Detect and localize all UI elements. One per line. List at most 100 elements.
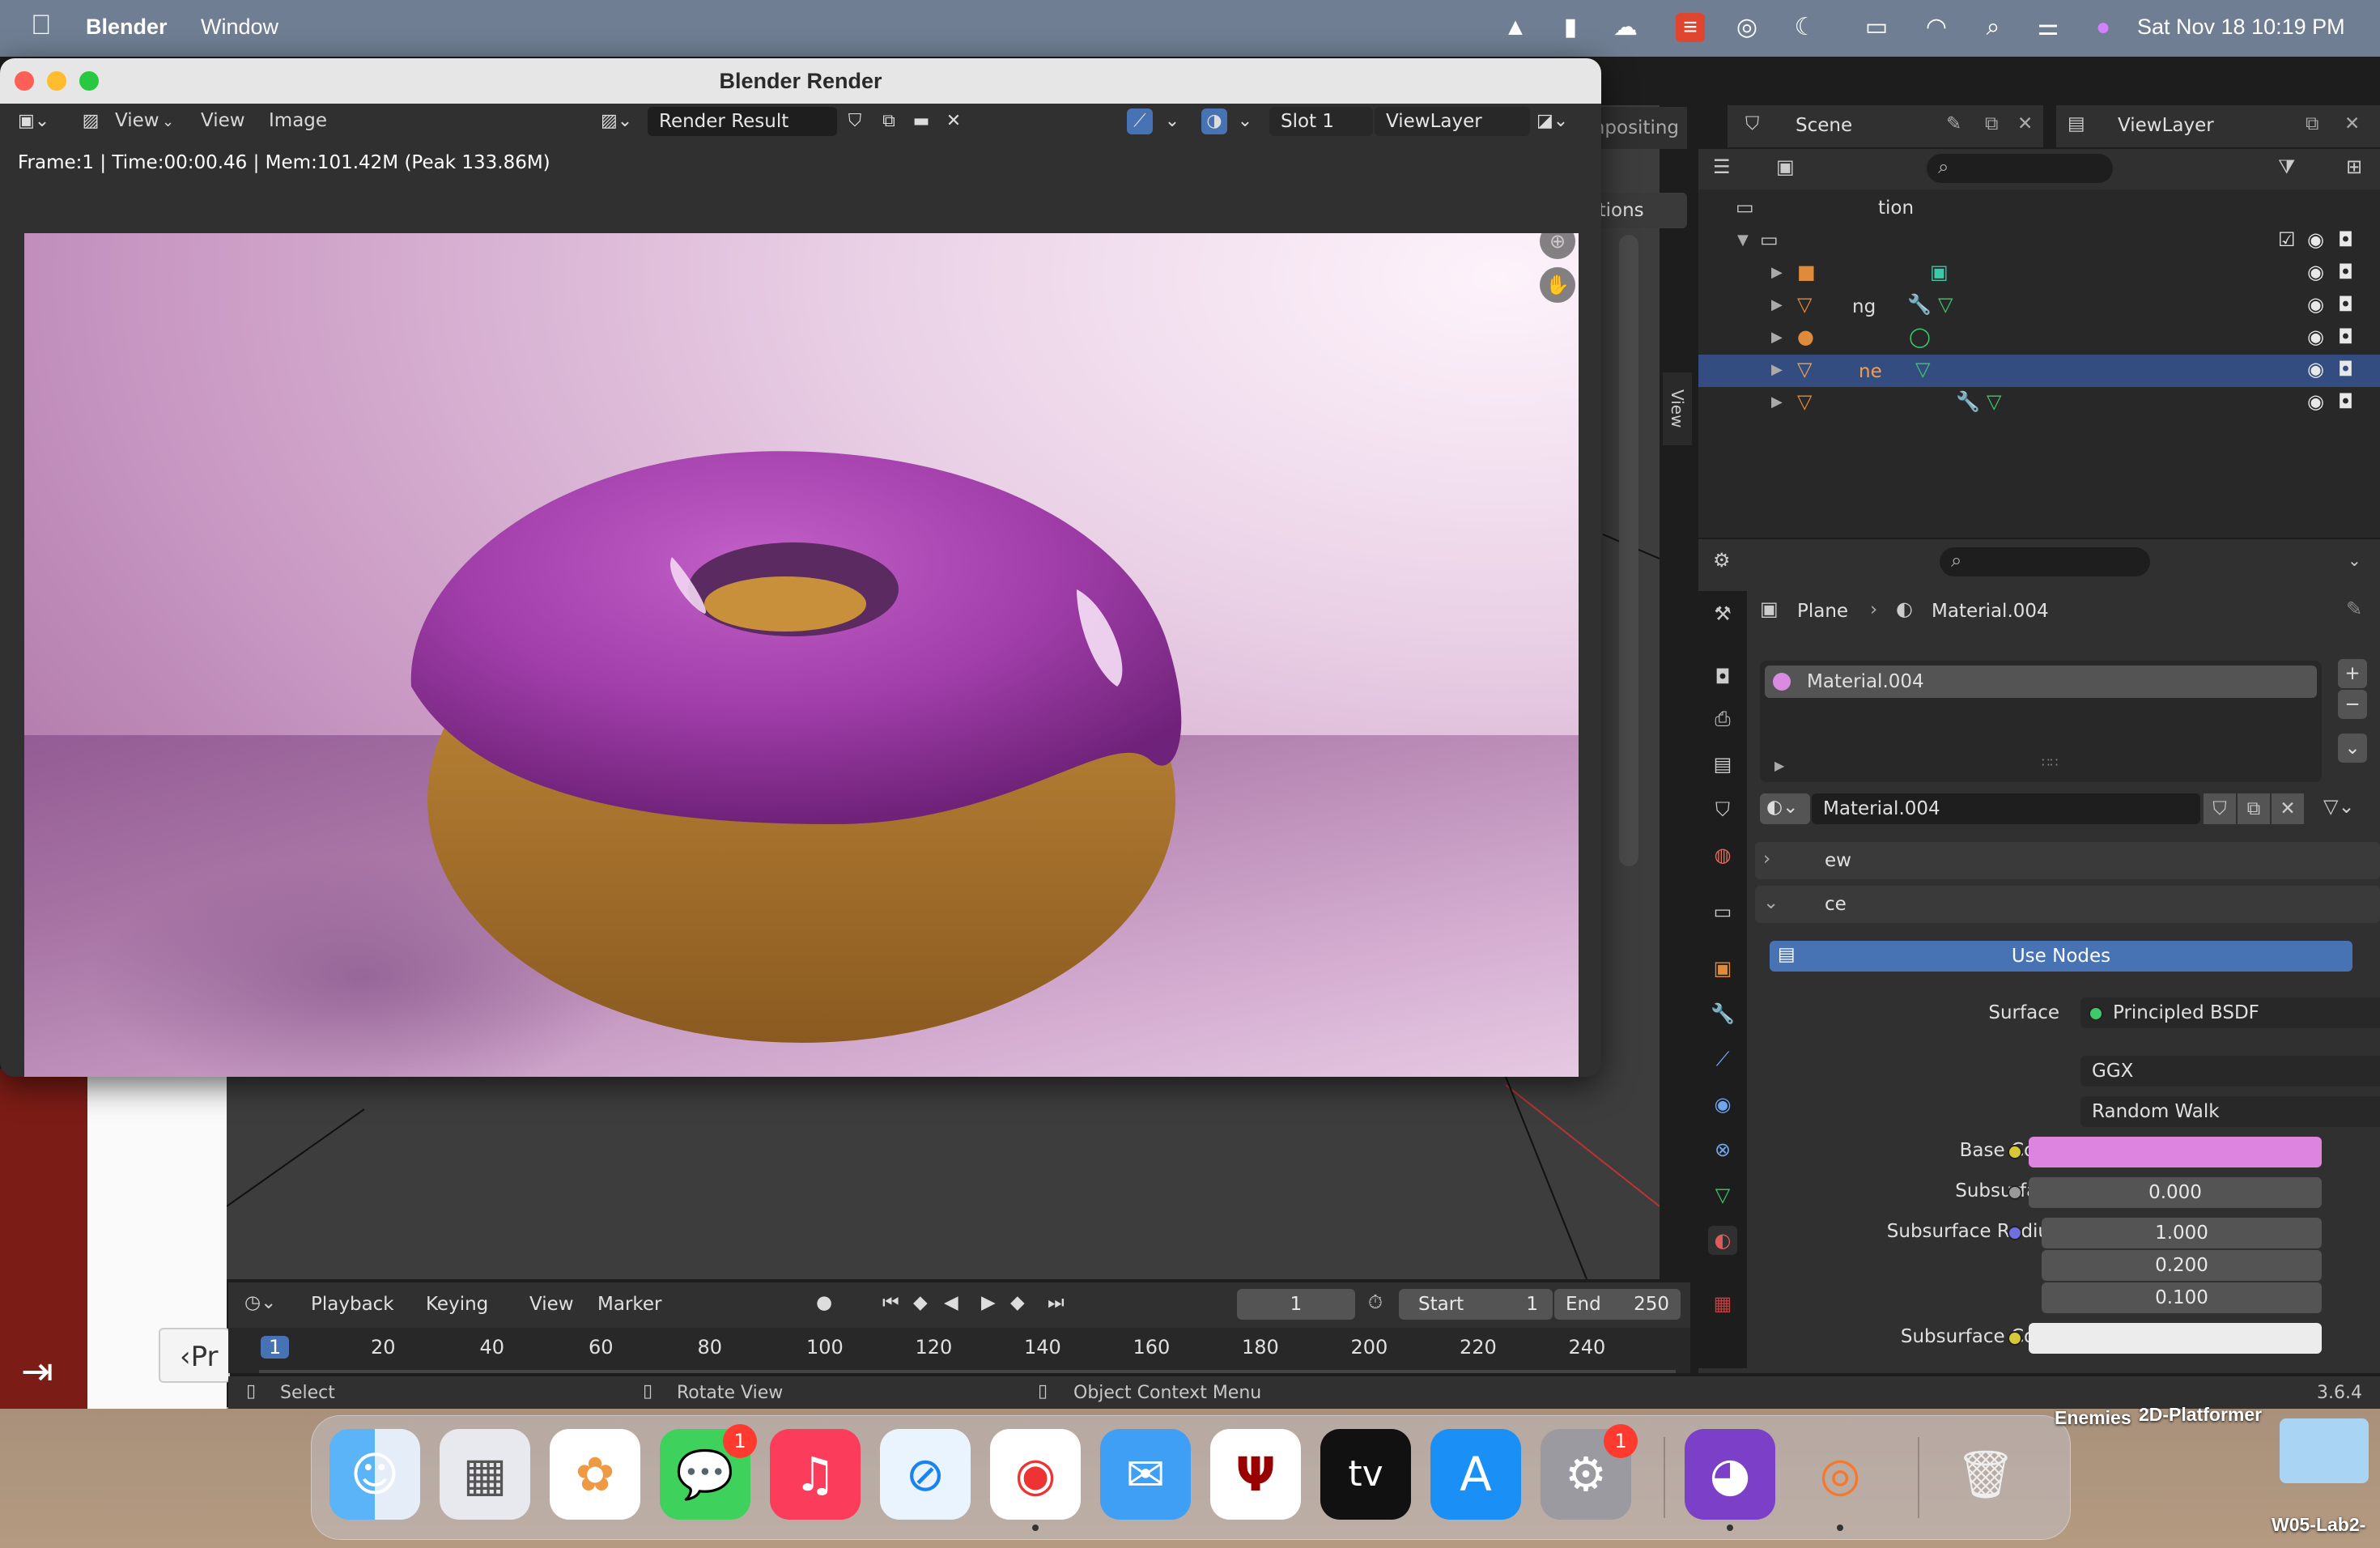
- physics-tab-icon[interactable]: ◉: [1708, 1090, 1737, 1119]
- folder-icon[interactable]: [2280, 1418, 2369, 1483]
- desktop-label-enemies[interactable]: Enemies: [2055, 1407, 2131, 1429]
- scene-collection-row[interactable]: ▭ tion: [1698, 193, 2380, 225]
- data-tab-icon[interactable]: ▽: [1708, 1180, 1737, 1210]
- texture-tab-icon[interactable]: ▦: [1708, 1289, 1737, 1318]
- status-icon-a[interactable]: ▲: [1501, 13, 1530, 42]
- maximize-window-button[interactable]: [79, 71, 99, 91]
- jump-start-icon[interactable]: ⏮: [882, 1292, 899, 1313]
- panel-preview-header[interactable]: › ew: [1755, 842, 2380, 879]
- status-icon-red[interactable]: ≡: [1676, 13, 1705, 42]
- pin-icon[interactable]: ✎: [2346, 598, 2362, 620]
- viewport-scrollbar[interactable]: [1619, 235, 1638, 866]
- appletv-icon[interactable]: tv: [1320, 1429, 1411, 1520]
- particles-tab-icon[interactable]: ⟋: [1708, 1044, 1737, 1074]
- scene-tab-icon[interactable]: ⛉: [1708, 795, 1737, 824]
- siri-icon[interactable]: ●: [2089, 13, 2118, 42]
- eye-icon[interactable]: ◉: [2307, 293, 2324, 316]
- modifier-tab-icon[interactable]: 🔧: [1708, 999, 1737, 1028]
- view-sidebar-tab[interactable]: View: [1663, 372, 1692, 445]
- editor-type-icon[interactable]: ☰: [1713, 155, 1731, 178]
- editor-type-icon[interactable]: ◷⌄: [244, 1292, 276, 1313]
- subsurface-method-dropdown[interactable]: Random Walk ⌄: [2080, 1096, 2380, 1127]
- wifi-icon[interactable]: ◠: [1922, 13, 1951, 42]
- image-name-field[interactable]: Render Result: [648, 107, 837, 136]
- fake-user-icon[interactable]: ⛉: [842, 108, 868, 134]
- unlink-material-icon[interactable]: ✕: [2272, 793, 2304, 824]
- marker-menu[interactable]: Marker: [597, 1294, 662, 1315]
- add-slot-icon[interactable]: +: [2338, 659, 2367, 688]
- output-tab-icon[interactable]: ⎙: [1708, 704, 1737, 734]
- chevron-down-icon[interactable]: ⌄: [2348, 551, 2361, 570]
- play-reverse-icon[interactable]: ◀: [944, 1292, 958, 1313]
- render-icon[interactable]: ◘: [2338, 293, 2353, 316]
- outliner-row-plane-selected[interactable]: ▶ ▽ ne ▽ ◉ ◘: [1698, 355, 2380, 387]
- github-desktop-icon[interactable]: ◕: [1685, 1429, 1775, 1531]
- playback-menu[interactable]: Playback: [311, 1294, 394, 1315]
- tool-tab-icon[interactable]: ⚒: [1708, 599, 1737, 628]
- unlink-image-icon[interactable]: ✕: [941, 108, 967, 134]
- new-image-icon[interactable]: ⧉: [876, 108, 902, 134]
- pin-icon[interactable]: ✎: [1946, 113, 1961, 134]
- safari-icon[interactable]: ⊘: [880, 1429, 971, 1520]
- airdrop-icon[interactable]: ◎: [1732, 13, 1762, 42]
- outliner-row-ring[interactable]: ▶ ▽ ng 🔧 ▽ ◉ ◘: [1698, 290, 2380, 322]
- camera-icon[interactable]: ◘: [2338, 228, 2353, 251]
- blender-icon[interactable]: ◎: [1795, 1429, 1885, 1531]
- image-menu[interactable]: Image: [269, 110, 327, 131]
- distribution-dropdown[interactable]: GGX ⌄: [2080, 1056, 2380, 1087]
- eye-icon[interactable]: ◉: [2307, 358, 2324, 381]
- new-collection-icon[interactable]: ⊞: [2346, 155, 2362, 178]
- eye-icon[interactable]: ◉: [2307, 390, 2324, 413]
- render-window-title[interactable]: Blender Render: [0, 58, 1601, 104]
- photos-icon[interactable]: ✿: [550, 1429, 640, 1520]
- launchpad-icon[interactable]: ▦: [440, 1429, 530, 1520]
- menu-app-name[interactable]: Blender: [86, 15, 168, 40]
- outliner-row-camera[interactable]: ▶ ■ ▣ ◉ ◘: [1698, 257, 2380, 290]
- remove-slot-icon[interactable]: −: [2338, 690, 2367, 719]
- view-dropdown[interactable]: View: [115, 110, 159, 131]
- menu-window[interactable]: Window: [201, 15, 278, 40]
- expand-arrow-icon[interactable]: ▶: [1771, 361, 1783, 378]
- prev-keyframe-icon[interactable]: ◆: [913, 1292, 928, 1313]
- material-name-field[interactable]: Material.004: [1812, 793, 2200, 824]
- close-window-button[interactable]: [15, 71, 34, 91]
- eye-icon[interactable]: ◉: [2307, 325, 2324, 348]
- eye-icon[interactable]: ◉: [2307, 228, 2324, 251]
- outliner-search-input[interactable]: ⌕: [1927, 154, 2113, 183]
- finder-icon[interactable]: ☺: [329, 1429, 420, 1520]
- use-nodes-button[interactable]: ▤ Use Nodes: [1770, 941, 2352, 972]
- expand-arrow-icon[interactable]: ▶: [1771, 264, 1783, 281]
- checkbox-icon[interactable]: ☑: [2278, 228, 2296, 251]
- world-tab-icon[interactable]: ◍: [1708, 840, 1737, 870]
- compositing-tab[interactable]: mpositing: [1587, 107, 1687, 149]
- subsurface-color-swatch[interactable]: [2029, 1323, 2322, 1354]
- mail-icon[interactable]: ✉: [1100, 1429, 1191, 1520]
- subsurface-field[interactable]: 0.000: [2029, 1177, 2322, 1208]
- outliner-row-light[interactable]: ▶ ● ◯ ◉ ◘: [1698, 322, 2380, 355]
- view-layer-tab-icon[interactable]: ▤: [1708, 750, 1737, 779]
- display-channels-icon[interactable]: ◪⌄: [1536, 108, 1568, 134]
- system-settings-icon[interactable]: ⚙ 1: [1541, 1424, 1638, 1520]
- fake-user-icon[interactable]: ⛉: [2204, 793, 2236, 824]
- subsurface-radius-x[interactable]: 1.000: [2042, 1218, 2322, 1248]
- start-frame-field[interactable]: Start 1: [1399, 1289, 1553, 1320]
- browse-image-icon[interactable]: ▨⌄: [601, 108, 632, 134]
- link-type-icon[interactable]: ▽⌄: [2323, 795, 2355, 818]
- search-icon[interactable]: ⌕: [1978, 13, 2008, 42]
- next-keyframe-icon[interactable]: ◆: [1010, 1292, 1025, 1313]
- render-result-image[interactable]: ⊕ ✋: [24, 233, 1579, 1077]
- slot-menu-icon[interactable]: ⌄: [2338, 734, 2367, 763]
- overlay-icon[interactable]: ◑: [1201, 108, 1227, 134]
- timeline-ruler[interactable]: 1 20 40 60 80 100 120 140 160 180 200 220 240: [228, 1328, 1690, 1373]
- record-icon[interactable]: ●: [816, 1292, 832, 1313]
- expand-arrow-icon[interactable]: ▶: [1771, 393, 1783, 410]
- moon-icon[interactable]: ☾: [1791, 13, 1820, 42]
- chevron-down-icon[interactable]: ⌄: [1232, 108, 1258, 134]
- scene-selector[interactable]: ⛉ Scene ✎ ⧉ ✕: [1728, 105, 2043, 147]
- play-icon[interactable]: ▶: [981, 1292, 996, 1313]
- browse-material-icon[interactable]: ◐⌄: [1760, 793, 1810, 824]
- constraints-tab-icon[interactable]: ⊗: [1708, 1135, 1737, 1164]
- expand-arrow-icon[interactable]: ▶: [1774, 758, 1784, 773]
- expand-sidebar-icon[interactable]: ⇥: [21, 1349, 53, 1394]
- properties-search-input[interactable]: ⌕: [1940, 547, 2150, 576]
